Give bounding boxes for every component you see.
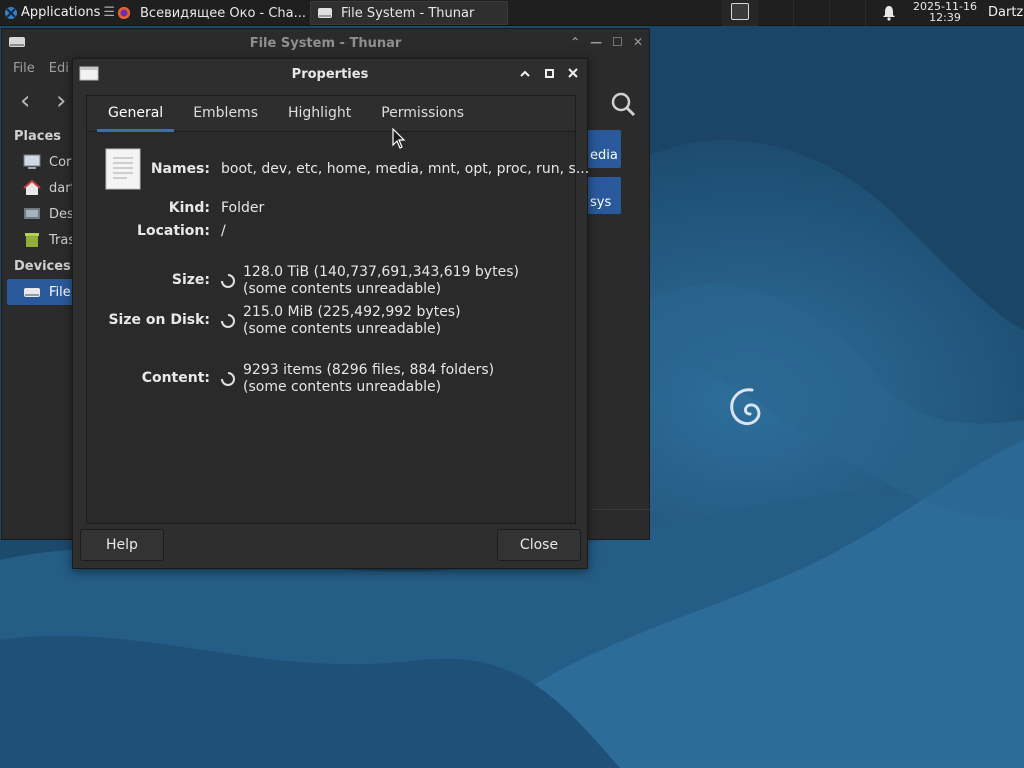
dialog-maximize-icon[interactable]	[543, 65, 555, 81]
menu-file[interactable]: File	[13, 61, 35, 76]
forward-arrow-icon[interactable]: ›	[56, 88, 66, 114]
mouse-cursor-icon	[392, 128, 406, 149]
top-panel: Applications ☰ Всевидящее Око - Cha... F…	[0, 0, 1024, 26]
folder-item-label: edia	[590, 148, 618, 163]
loading-spinner-icon	[221, 314, 235, 328]
size-value-block: 128.0 TiB (140,737,691,343,619 bytes) (s…	[243, 264, 519, 298]
size-on-disk-note: (some contents unreadable)	[243, 321, 442, 337]
notification-bell-icon[interactable]	[882, 5, 896, 21]
user-menu[interactable]: Dartz	[988, 5, 1023, 20]
folder-item-sys[interactable]: sys	[586, 177, 621, 214]
tab-highlight[interactable]: Highlight	[277, 95, 362, 131]
content-label: Content:	[141, 370, 210, 386]
names-label: Names:	[150, 161, 210, 177]
sidebar-item-home[interactable]: dart	[3, 175, 73, 201]
panel-clock[interactable]: 2025-11-16 12:39	[908, 1, 982, 23]
size-on-disk-label: Size on Disk:	[108, 312, 210, 328]
taskbar-button-thunar[interactable]: File System - Thunar	[310, 1, 508, 25]
sidebar-item-label: Tras	[49, 232, 73, 248]
sidebar-item-label: Cor	[49, 154, 72, 170]
content-value: 9293 items (8296 files, 884 folders)	[243, 362, 495, 378]
location-value: /	[221, 223, 226, 239]
properties-title: Properties	[291, 66, 369, 82]
close-button[interactable]: Close	[497, 529, 581, 561]
size-on-disk-value-block: 215.0 MiB (225,492,992 bytes) (some cont…	[243, 304, 461, 338]
thunar-statusbar	[590, 509, 650, 540]
applications-menu-button[interactable]: Applications ☰	[0, 0, 119, 26]
properties-notebook: General Emblems Highlight Permissions Na…	[86, 95, 589, 524]
trash-icon	[25, 233, 39, 247]
workspace-4[interactable]	[830, 0, 866, 26]
drive-icon	[24, 288, 40, 297]
dialog-footer: Help Close	[73, 527, 587, 569]
thunar-titlebar[interactable]: File System - Thunar ⌃ — ☐ ✕	[2, 29, 649, 57]
applications-label: Applications	[21, 5, 101, 20]
workspace-2[interactable]	[758, 0, 794, 26]
size-note: (some contents unreadable)	[243, 281, 442, 297]
desktop-icon	[24, 208, 40, 219]
places-header: Places	[14, 129, 62, 144]
taskbar-button-label: File System - Thunar	[341, 5, 475, 21]
sidebar-item-label: Des	[49, 206, 73, 222]
tab-permissions[interactable]: Permissions	[370, 95, 475, 131]
sidebar-item-trash[interactable]: Tras	[3, 227, 73, 253]
content-value-block: 9293 items (8296 files, 884 folders) (so…	[243, 362, 494, 396]
tab-general[interactable]: General	[97, 95, 175, 132]
size-on-disk-value: 215.0 MiB (225,492,992 bytes)	[243, 304, 461, 320]
taskbar-button-label: Всевидящее Око - Cha...	[140, 5, 307, 21]
sidebar-item-filesystem[interactable]: File	[7, 279, 73, 305]
firefox-icon	[117, 6, 131, 20]
help-button[interactable]: Help	[80, 529, 164, 561]
clock-time: 12:39	[929, 11, 961, 24]
folder-item-media[interactable]: edia	[586, 130, 621, 168]
taskbar-button-browser[interactable]: Всевидящее Око - Cha...	[110, 1, 308, 25]
properties-tabs: General Emblems Highlight Permissions	[87, 96, 575, 132]
thunar-title: File System - Thunar	[249, 35, 402, 51]
thunar-sidebar: Places Cor dart Des	[3, 125, 73, 305]
tab-emblems[interactable]: Emblems	[182, 95, 269, 131]
xfce-logo-icon	[5, 6, 17, 19]
computer-icon	[23, 154, 41, 169]
loading-spinner-icon	[221, 372, 235, 386]
location-label: Location:	[137, 223, 210, 239]
window-icon	[79, 66, 99, 81]
document-icon	[105, 148, 141, 190]
dialog-shade-icon[interactable]	[519, 65, 531, 81]
back-arrow-icon[interactable]: ‹	[20, 88, 30, 114]
drive-icon	[9, 37, 25, 47]
properties-titlebar[interactable]: Properties	[73, 59, 587, 89]
kind-label: Kind:	[168, 200, 210, 216]
workspace-3[interactable]	[794, 0, 830, 26]
debian-swirl-icon	[730, 388, 761, 426]
menu-edit[interactable]: Edi	[49, 61, 69, 76]
home-icon	[23, 180, 41, 195]
workspace-window-preview	[731, 3, 749, 20]
thunar-shade-icon[interactable]: ⌃	[570, 35, 580, 49]
size-label: Size:	[171, 272, 210, 288]
devices-header: Devices	[14, 259, 71, 274]
thunar-minimize-icon[interactable]: —	[590, 35, 602, 49]
dialog-close-icon[interactable]	[567, 65, 579, 81]
properties-dialog: Properties General Emblems Highlight Per…	[72, 58, 589, 569]
folder-item-label: sys	[590, 195, 612, 210]
kind-value: Folder	[221, 200, 265, 216]
size-value: 128.0 TiB (140,737,691,343,619 bytes)	[243, 264, 519, 280]
search-icon[interactable]	[610, 91, 636, 117]
content-note: (some contents unreadable)	[243, 379, 442, 395]
sidebar-item-desktop[interactable]: Des	[3, 201, 73, 227]
general-panel: Names: boot, dev, etc, home, media, mnt,…	[87, 132, 589, 524]
sidebar-item-label: File	[49, 284, 71, 300]
loading-spinner-icon	[221, 274, 235, 288]
names-value: boot, dev, etc, home, media, mnt, opt, p…	[221, 161, 590, 177]
thunar-maximize-icon[interactable]: ☐	[612, 35, 623, 49]
thunar-close-icon[interactable]: ✕	[633, 35, 643, 49]
drive-icon	[318, 8, 332, 18]
sidebar-item-computer[interactable]: Cor	[3, 149, 73, 175]
sidebar-item-label: dart	[49, 180, 73, 196]
